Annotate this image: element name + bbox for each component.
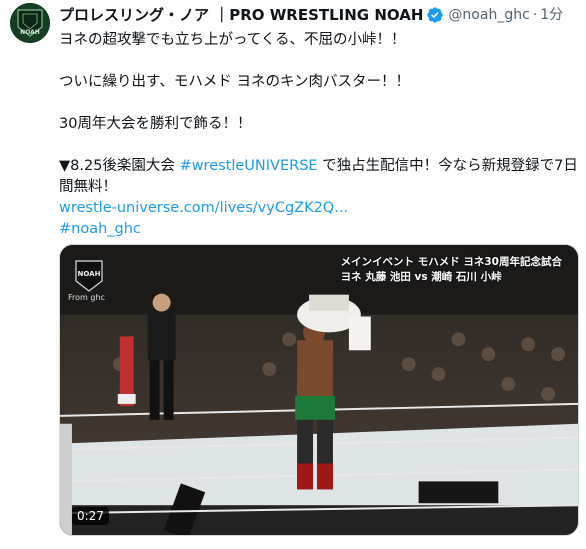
video-duration-badge: 0:27 — [72, 507, 109, 525]
svg-text:NOAH: NOAH — [78, 270, 101, 278]
tweet-header: プロレスリング・ノア ｜PRO WRESTLING NOAH @noah_ghc… — [59, 4, 576, 26]
video-frame — [60, 245, 578, 535]
timestamp[interactable]: 1分 — [540, 5, 563, 25]
match-caption: メインイベント モハメド ヨネ30周年記念試合 ヨネ 丸藤 池田 vs 潮崎 石… — [341, 255, 562, 285]
tweet-line: ヨネの超攻撃でも立ち上がってくる、不屈の小峠！！ — [59, 32, 406, 48]
noah-logo-icon: NOAH — [10, 3, 50, 43]
caption-line: メインイベント モハメド ヨネ30周年記念試合 — [340, 256, 562, 268]
hashtag-link[interactable]: #wrestleUNIVERSE — [180, 158, 318, 174]
tweet-line: ▼8.25後楽園大会 #wrestleUNIVERSE で独占生配信中！今なら新… — [59, 156, 579, 198]
video-player[interactable]: NOAH From ghc メインイベント モハメド ヨネ30周年記念試合 ヨネ… — [59, 244, 579, 536]
hashtag-link[interactable]: #noah_ghc — [59, 219, 579, 240]
tweet-line: 30周年大会を勝利で飾る！！ — [59, 116, 252, 132]
account-name[interactable]: プロレスリング・ノア ｜PRO WRESTLING NOAH — [59, 5, 423, 25]
verified-badge-icon — [427, 7, 444, 23]
account-handle[interactable]: @noah_ghc — [448, 5, 529, 25]
svg-text:NOAH: NOAH — [20, 29, 40, 36]
avatar[interactable]: NOAH — [10, 3, 50, 43]
watermark-label: From ghc — [68, 293, 105, 302]
tweet-text: ヨネの超攻撃でも立ち上がってくる、不屈の小峠！！ ついに繰り出す、モハメド ヨネ… — [59, 30, 579, 240]
tweet-text-segment: ▼8.25後楽園大会 — [59, 158, 180, 174]
noah-watermark-icon: NOAH — [75, 260, 103, 292]
separator-dot: · — [532, 7, 538, 23]
tweet-line: ついに繰り出す、モハメド ヨネのキン肉バスター！！ — [59, 74, 411, 90]
caption-line: ヨネ 丸藤 池田 vs 潮崎 石川 小峠 — [340, 271, 502, 283]
url-link[interactable]: wrestle-universe.com/lives/vyCgZK2Q... — [59, 198, 579, 219]
